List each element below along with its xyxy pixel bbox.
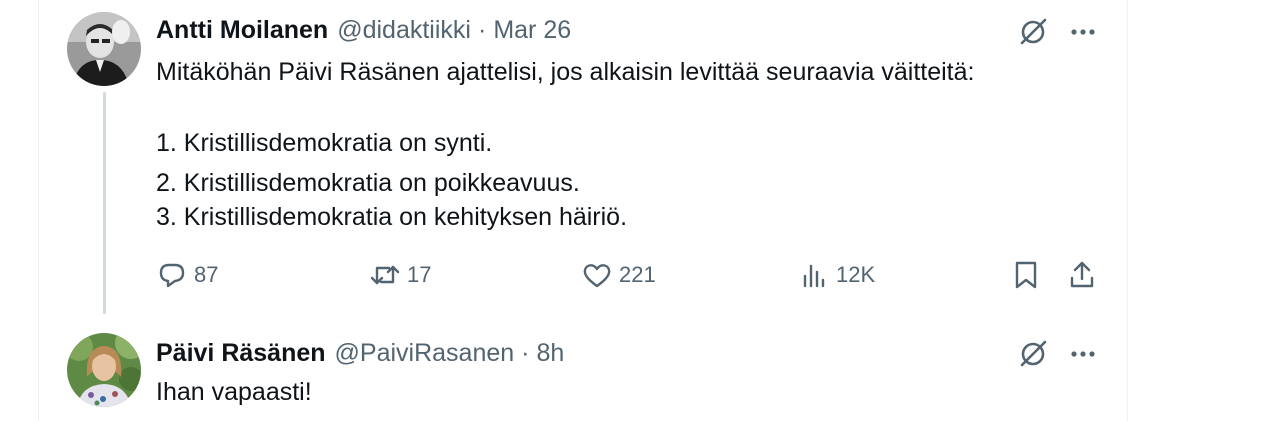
separator-dot: · <box>521 338 530 367</box>
timestamp[interactable]: 8h <box>537 339 565 368</box>
grok-icon[interactable] <box>1016 15 1050 49</box>
retweet-icon <box>369 259 401 291</box>
display-name[interactable]: Antti Moilanen <box>156 16 328 45</box>
analytics-icon <box>798 259 830 291</box>
timestamp[interactable]: Mar 26 <box>493 16 571 45</box>
reply-button[interactable]: 87 <box>156 258 218 292</box>
share-icon[interactable] <box>1066 258 1098 292</box>
reply-icon <box>156 259 188 291</box>
tweet-text-line-4: 3. Kristillisdemokratia on kehityksen hä… <box>156 203 628 231</box>
avatar-paivi[interactable] <box>67 333 141 407</box>
retweet-button[interactable]: 17 <box>369 258 431 292</box>
column-border-left <box>38 0 39 421</box>
tweet-header: Päivi Räsänen @PaiviRasanen · 8h <box>156 336 564 370</box>
tweet-header: Antti Moilanen @didaktiikki · Mar 26 <box>156 13 571 47</box>
thread-connector <box>103 92 106 314</box>
more-icon[interactable] <box>1068 339 1098 369</box>
like-button[interactable]: 221 <box>581 258 656 292</box>
more-icon[interactable] <box>1068 17 1098 47</box>
display-name[interactable]: Päivi Räsänen <box>156 339 326 368</box>
user-handle[interactable]: @PaiviRasanen <box>335 339 515 368</box>
bookmark-icon[interactable] <box>1010 258 1042 292</box>
column-border-right <box>1127 0 1128 421</box>
heart-icon <box>581 259 613 291</box>
tweet-text-line-1: Mitäköhän Päivi Räsänen ajattelisi, jos … <box>156 58 975 86</box>
grok-icon[interactable] <box>1016 337 1050 371</box>
tweet-text-line-2: 1. Kristillisdemokratia on synti. <box>156 129 493 157</box>
views-count: 12K <box>836 262 876 287</box>
retweet-count: 17 <box>407 262 432 287</box>
avatar-antti[interactable] <box>67 12 141 86</box>
reply-count: 87 <box>194 262 219 287</box>
user-handle[interactable]: @didaktiikki <box>337 16 471 45</box>
tweet-text-line-3: 2. Kristillisdemokratia on poikkeavuus. <box>156 169 580 197</box>
separator-dot: · <box>477 15 487 44</box>
tweet-text: Ihan vapaasti! <box>156 378 312 406</box>
views-button[interactable]: 12K <box>798 258 875 292</box>
like-count: 221 <box>619 262 656 287</box>
